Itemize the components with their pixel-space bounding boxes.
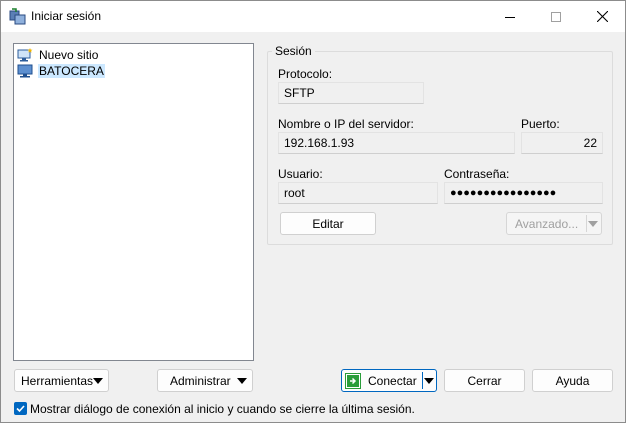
help-button-label: Ayuda (555, 373, 590, 388)
site-tree[interactable]: Nuevo sitio BATOCERA (13, 43, 254, 361)
connect-split-divider (422, 372, 423, 389)
close-dialog-button[interactable]: Cerrar (444, 369, 525, 392)
winscp-icon (9, 8, 26, 25)
login-dialog: Iniciar sesión Nuevo sitio BATOCERA Sesi… (0, 0, 626, 423)
manage-button[interactable]: Administrar (157, 369, 253, 392)
port-field[interactable]: 22 (521, 132, 603, 154)
edit-button[interactable]: Editar (280, 212, 376, 235)
protocol-value: SFTP (284, 86, 315, 100)
tree-item-label: Nuevo sitio (39, 48, 99, 62)
port-value: 22 (583, 136, 597, 150)
user-label: Usuario: (278, 167, 323, 181)
password-field[interactable]: ●●●●●●●●●●●●●●●● (444, 182, 603, 204)
chevron-down-icon[interactable] (588, 221, 598, 227)
minimize-icon (505, 16, 515, 18)
show-dialog-checkbox[interactable] (14, 402, 27, 415)
protocol-field[interactable]: SFTP (278, 82, 424, 104)
password-value: ●●●●●●●●●●●●●●●● (450, 187, 557, 199)
help-button[interactable]: Ayuda (532, 369, 613, 392)
chevron-down-icon (93, 378, 103, 384)
checkmark-icon (16, 405, 25, 413)
host-value: 192.168.1.93 (284, 136, 355, 150)
monitor-icon (17, 64, 33, 78)
chevron-down-icon (237, 378, 247, 384)
close-dialog-button-label: Cerrar (467, 373, 502, 388)
tools-button[interactable]: Herramientas (14, 369, 109, 392)
maximize-icon (551, 11, 561, 22)
connect-icon (345, 372, 361, 389)
session-group-title: Sesión (272, 44, 315, 58)
close-button[interactable] (579, 1, 625, 32)
tree-item-new-site[interactable]: Nuevo sitio (17, 47, 103, 63)
advanced-split-divider (586, 215, 587, 232)
protocol-label: Protocolo: (278, 67, 333, 81)
advanced-button[interactable]: Avanzado... (506, 212, 602, 235)
tools-button-label: Herramientas (21, 373, 94, 388)
user-value: root (284, 186, 305, 200)
title-bar[interactable]: Iniciar sesión (1, 1, 625, 32)
host-label: Nombre o IP del servidor: (278, 117, 414, 131)
tree-item-label: BATOCERA (38, 64, 105, 78)
user-field[interactable]: root (278, 182, 438, 204)
port-label: Puerto: (521, 117, 560, 131)
chevron-down-icon[interactable] (424, 378, 434, 384)
minimize-button[interactable] (487, 1, 533, 32)
show-dialog-checkbox-label[interactable]: Mostrar diálogo de conexión al inicio y … (30, 402, 415, 416)
manage-button-label: Administrar (170, 373, 231, 388)
advanced-button-label: Avanzado... (515, 216, 579, 231)
tree-item-batocera[interactable]: BATOCERA (17, 63, 109, 79)
maximize-button[interactable] (533, 1, 579, 32)
host-field[interactable]: 192.168.1.93 (278, 132, 515, 154)
password-label: Contraseña: (444, 167, 510, 181)
new-site-icon (17, 48, 33, 62)
edit-button-label: Editar (312, 216, 344, 231)
connect-button-label: Conectar (368, 373, 417, 388)
connect-button[interactable]: Conectar (341, 369, 437, 392)
window-title: Iniciar sesión (31, 9, 102, 23)
close-icon (596, 11, 608, 22)
